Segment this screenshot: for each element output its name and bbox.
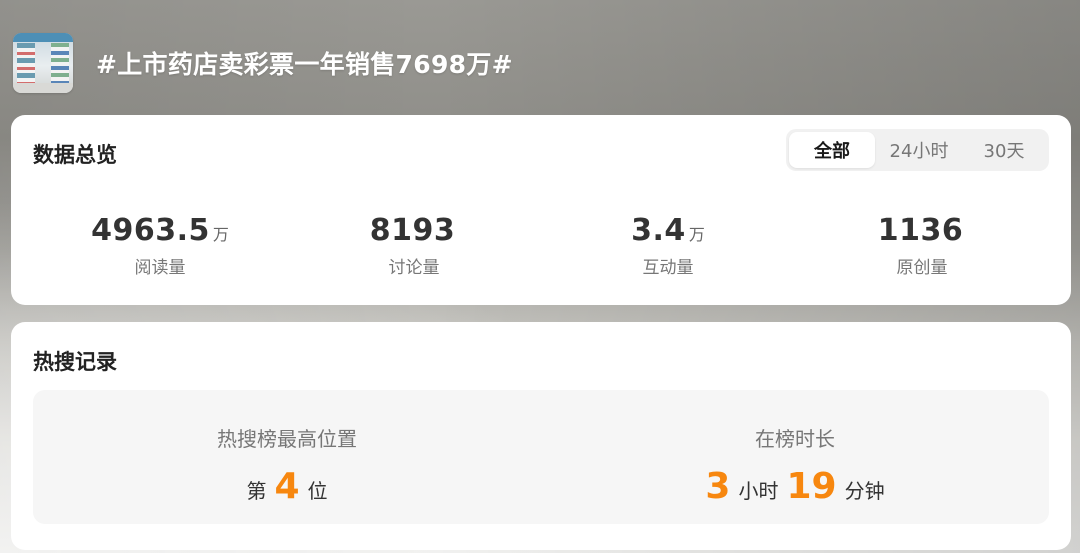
overview-card: 数据总览 全部 24小时 30天 4963.5 万 阅读量 8193 讨论量 3… (11, 115, 1071, 305)
peak-rank-suffix: 位 (307, 479, 328, 503)
topic-header: #上市药店卖彩票一年销售7698万# (13, 33, 1063, 93)
duration-minutes-unit: 分钟 (844, 479, 885, 503)
duration-label: 在榜时长 (755, 427, 835, 451)
stat-originals-label: 原创量 (896, 258, 948, 278)
stat-originals: 1136 原创量 (795, 213, 1049, 278)
stat-reads-label: 阅读量 (134, 258, 186, 278)
duration-hours-unit: 小时 (738, 479, 779, 503)
stat-interactions-label: 互动量 (642, 258, 694, 278)
tab-24h[interactable]: 24小时 (875, 132, 963, 168)
duration-block: 在榜时长 3 小时 19 分钟 (541, 390, 1049, 524)
peak-rank-value-group: 第 4 位 (246, 466, 327, 510)
stat-discussions-label: 讨论量 (388, 258, 440, 278)
stat-originals-value-group: 1136 (878, 213, 967, 253)
duration-value-group: 3 小时 19 分钟 (705, 466, 884, 510)
thumbnail-shelf-left (17, 43, 35, 85)
thumbnail-shelf-right (51, 43, 69, 85)
stat-originals-value: 1136 (877, 213, 964, 248)
stat-interactions-unit: 万 (688, 225, 705, 244)
stat-reads: 4963.5 万 阅读量 (33, 213, 287, 278)
thumbnail-floor (13, 83, 73, 93)
peak-rank-block: 热搜榜最高位置 第 4 位 (33, 390, 541, 524)
thumbnail-ceiling (13, 33, 73, 42)
tab-all[interactable]: 全部 (789, 132, 875, 168)
stat-discussions-value: 8193 (369, 213, 456, 248)
stat-interactions-value-group: 3.4 万 (631, 213, 705, 253)
peak-rank-prefix: 第 (246, 479, 267, 503)
topic-thumbnail (13, 33, 73, 93)
tab-30d[interactable]: 30天 (963, 132, 1045, 168)
overview-title: 数据总览 (33, 143, 117, 167)
stat-discussions: 8193 讨论量 (287, 213, 541, 278)
hot-search-title: 热搜记录 (33, 350, 117, 374)
hot-search-card: 热搜记录 热搜榜最高位置 第 4 位 在榜时长 3 小时 19 分钟 (11, 322, 1071, 550)
stat-discussions-value-group: 8193 (370, 213, 459, 253)
duration-minutes: 19 (786, 466, 837, 507)
stats-row: 4963.5 万 阅读量 8193 讨论量 3.4 万 互动量 1136 原创量 (33, 213, 1049, 278)
stat-interactions: 3.4 万 互动量 (541, 213, 795, 278)
stat-interactions-value: 3.4 (631, 213, 686, 248)
peak-rank-value: 4 (274, 466, 300, 507)
stat-reads-unit: 万 (212, 225, 229, 244)
duration-hours: 3 (705, 466, 731, 507)
stat-reads-value: 4963.5 (91, 213, 210, 248)
hot-search-panel: 热搜榜最高位置 第 4 位 在榜时长 3 小时 19 分钟 (33, 390, 1049, 524)
topic-title: #上市药店卖彩票一年销售7698万# (96, 50, 513, 79)
peak-rank-label: 热搜榜最高位置 (217, 427, 357, 451)
stat-reads-value-group: 4963.5 万 (91, 213, 229, 253)
time-range-selector: 全部 24小时 30天 (786, 129, 1049, 171)
